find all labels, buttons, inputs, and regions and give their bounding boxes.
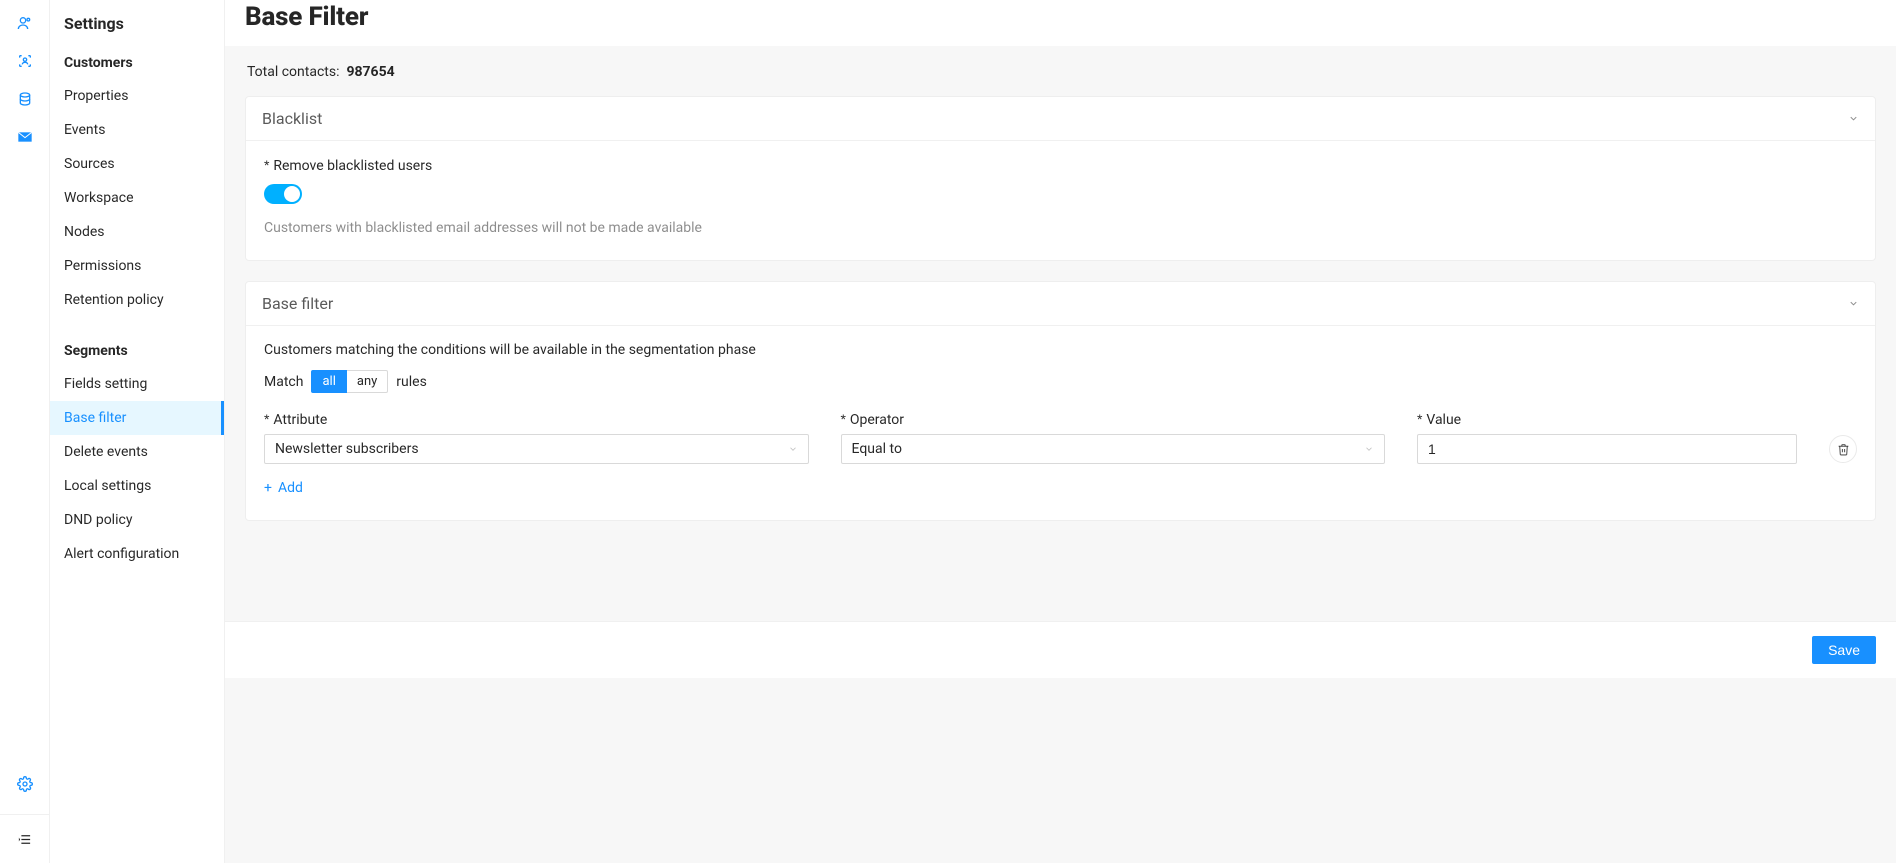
caret-down-icon <box>1364 444 1374 454</box>
sidebar-item[interactable]: Retention policy <box>50 283 224 317</box>
sidebar-item[interactable]: Properties <box>50 79 224 113</box>
trash-icon <box>1837 443 1850 456</box>
add-label: Add <box>278 480 303 496</box>
total-contacts-label: Total contacts: <box>247 64 340 80</box>
sidebar-item[interactable]: Workspace <box>50 181 224 215</box>
sidebar-item[interactable]: Fields setting <box>50 367 224 401</box>
sidebar-item[interactable]: Sources <box>50 147 224 181</box>
person-scan-icon[interactable] <box>16 52 34 70</box>
attribute-select[interactable]: Newsletter subscribers <box>264 434 809 464</box>
gear-icon[interactable] <box>16 775 34 793</box>
users-icon[interactable] <box>16 14 34 32</box>
settings-sidebar: Settings CustomersPropertiesEventsSource… <box>50 0 225 863</box>
basefilter-panel: Base filter Customers matching the condi… <box>245 281 1876 521</box>
sidebar-item[interactable]: Local settings <box>50 469 224 503</box>
page-title: Base Filter <box>245 2 1876 32</box>
sidebar-item[interactable]: Base filter <box>50 401 224 435</box>
match-option-any[interactable]: any <box>347 370 388 393</box>
attribute-label: Attribute <box>264 411 809 428</box>
chevron-down-icon <box>1848 113 1859 124</box>
plus-icon: + <box>264 480 272 496</box>
operator-label: Operator <box>841 411 1386 428</box>
value-label: Value <box>1417 411 1797 428</box>
total-contacts-value: 987654 <box>346 64 394 80</box>
basefilter-panel-title: Base filter <box>262 294 333 313</box>
sidebar-item[interactable]: Nodes <box>50 215 224 249</box>
icon-rail <box>0 0 50 863</box>
sidebar-item[interactable]: Events <box>50 113 224 147</box>
collapse-menu-icon[interactable] <box>16 830 34 848</box>
blacklist-panel: Blacklist Remove blacklisted users Custo… <box>245 96 1876 261</box>
sidebar-item[interactable]: Permissions <box>50 249 224 283</box>
blacklist-panel-header[interactable]: Blacklist <box>246 97 1875 141</box>
caret-down-icon <box>788 444 798 454</box>
sidebar-section-label: Segments <box>50 335 224 367</box>
remove-blacklisted-toggle[interactable] <box>264 184 302 204</box>
sidebar-item[interactable]: Alert configuration <box>50 537 224 571</box>
match-option-all[interactable]: all <box>311 370 346 393</box>
sidebar-title: Settings <box>50 10 224 47</box>
total-contacts-line: Total contacts: 987654 <box>247 64 1876 80</box>
mail-icon[interactable] <box>16 128 34 146</box>
match-label-pre: Match <box>264 374 303 390</box>
blacklist-panel-title: Blacklist <box>262 109 322 128</box>
attribute-value: Newsletter subscribers <box>275 441 419 457</box>
operator-select[interactable]: Equal to <box>841 434 1386 464</box>
sidebar-item[interactable]: Delete events <box>50 435 224 469</box>
save-button[interactable]: Save <box>1812 636 1876 664</box>
main-area: Base Filter Total contacts: 987654 Black… <box>225 0 1896 863</box>
match-label-post: rules <box>396 374 427 390</box>
sidebar-item[interactable]: DND policy <box>50 503 224 537</box>
sidebar-section-label: Customers <box>50 47 224 79</box>
add-rule-button[interactable]: + Add <box>264 480 303 496</box>
operator-value: Equal to <box>852 441 902 457</box>
basefilter-description: Customers matching the conditions will b… <box>264 342 1857 358</box>
blacklist-help-text: Customers with blacklisted email address… <box>264 220 1857 236</box>
basefilter-panel-header[interactable]: Base filter <box>246 282 1875 326</box>
value-input[interactable] <box>1417 434 1797 464</box>
chevron-down-icon <box>1848 298 1859 309</box>
remove-blacklisted-label: Remove blacklisted users <box>264 157 1857 174</box>
database-icon[interactable] <box>16 90 34 108</box>
delete-rule-button[interactable] <box>1829 435 1857 463</box>
match-radio-group: allany <box>311 370 388 393</box>
